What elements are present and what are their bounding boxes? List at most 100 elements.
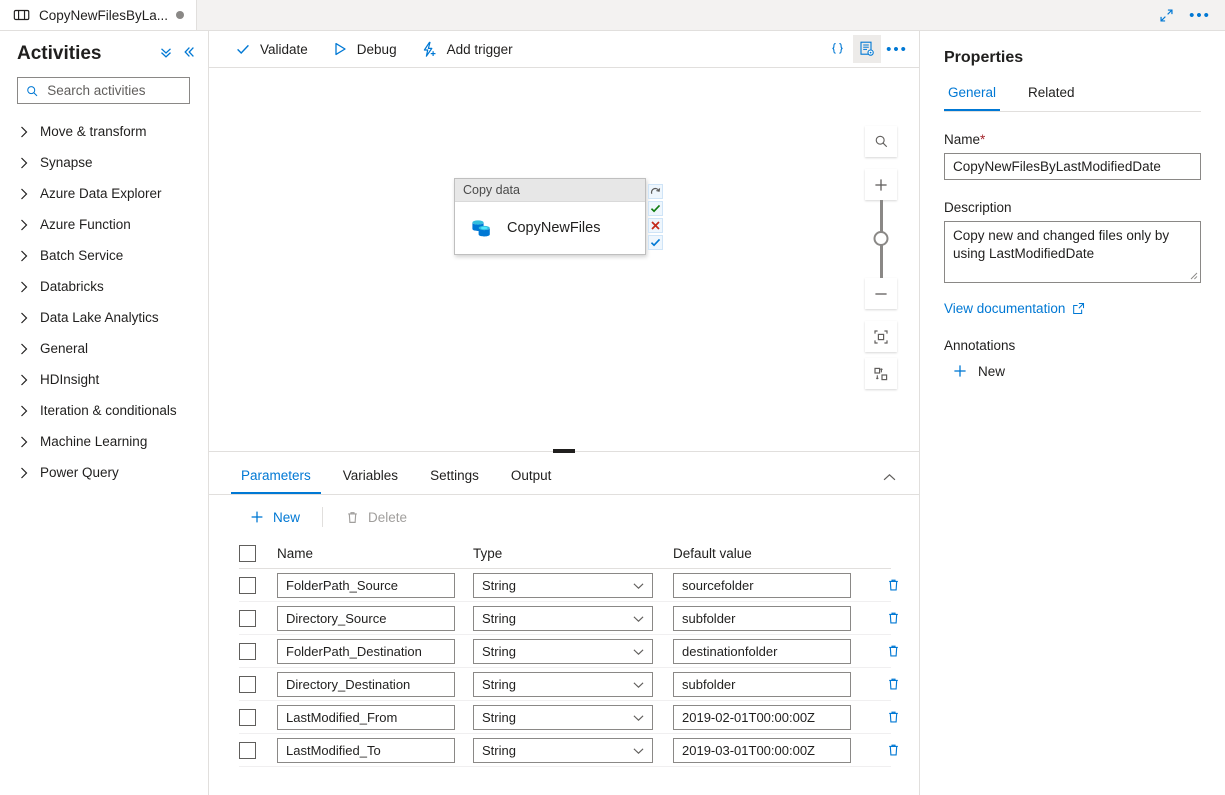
validate-label: Validate [260,41,308,57]
delete-row-icon[interactable] [886,610,901,626]
zoom-slider-handle[interactable] [873,231,889,246]
chevron-right-icon [21,126,28,137]
new-parameter-button[interactable]: New [239,502,310,532]
double-chevron-down-icon[interactable] [159,45,173,64]
ellipsis-icon[interactable]: ••• [1185,2,1215,28]
column-header-type: Type [473,546,503,561]
row-checkbox[interactable] [239,741,256,759]
delete-row-icon[interactable] [886,709,901,725]
description-value: Copy new and changed files only by using… [953,228,1170,261]
auto-arrange-icon[interactable] [865,358,897,389]
zoom-slider[interactable] [865,200,897,278]
plus-icon [954,365,966,377]
debug-button[interactable]: Debug [320,34,409,64]
sidebar-item-hdinsight[interactable]: HDInsight [0,364,208,395]
chevron-right-icon [21,219,28,230]
tab-variables[interactable]: Variables [333,468,408,494]
parameter-type-select[interactable]: String [473,638,653,664]
node-header: Copy data [455,179,645,202]
new-annotation-button[interactable]: New [944,363,1201,379]
sidebar-item-power-query[interactable]: Power Query [0,457,208,488]
parameter-name-input[interactable]: FolderPath_Destination [277,638,455,664]
zoom-search-icon[interactable] [865,126,897,157]
row-checkbox[interactable] [239,642,256,660]
type-value: String [482,709,516,725]
activities-title: Activities [17,43,102,64]
table-row: LastModified_From String 2019-02-01T00:0… [239,701,898,734]
retry-icon[interactable] [648,184,663,199]
pipeline-canvas[interactable]: Copy data CopyNewFiles [209,68,919,451]
properties-panel-button[interactable] [853,35,881,63]
row-checkbox[interactable] [239,675,256,693]
activity-node-copy-data[interactable]: Copy data CopyNewFiles [454,178,663,255]
tab-parameters[interactable]: Parameters [231,468,321,494]
expand-diagonal-icon[interactable] [1151,2,1181,28]
pipeline-tab[interactable]: CopyNewFilesByLa... [0,0,198,30]
row-checkbox[interactable] [239,708,256,726]
sidebar-item-synapse[interactable]: Synapse [0,147,208,178]
parameter-name-input[interactable]: Directory_Source [277,605,455,631]
header-actions: ••• [1151,0,1225,30]
parameter-type-select[interactable]: String [473,572,653,598]
view-documentation-link[interactable]: View documentation [944,301,1201,316]
tab-settings[interactable]: Settings [420,468,489,494]
parameter-name-input[interactable]: Directory_Destination [277,671,455,697]
sidebar-item-azure-data-explorer[interactable]: Azure Data Explorer [0,178,208,209]
parameter-type-select[interactable]: String [473,671,653,697]
sidebar-item-data-lake-analytics[interactable]: Data Lake Analytics [0,302,208,333]
parameter-default-input[interactable]: 2019-03-01T00:00:00Z [673,737,851,763]
name-input[interactable]: CopyNewFilesByLastModifiedDate [944,153,1201,180]
table-row: LastModified_To String 2019-03-01T00:00:… [239,734,898,767]
parameter-default-input[interactable]: subfolder [673,671,851,697]
parameter-type-select[interactable]: String [473,737,653,763]
delete-parameter-button[interactable]: Delete [335,502,417,532]
zoom-out-icon[interactable] [865,278,897,309]
tab-general[interactable]: General [944,85,1001,111]
parameter-default-input[interactable]: subfolder [673,605,851,631]
row-checkbox[interactable] [239,576,256,594]
toolbar-more-button[interactable]: ••• [883,35,911,63]
tab-output[interactable]: Output [501,468,562,494]
fit-to-screen-icon[interactable] [865,321,897,352]
sidebar-item-machine-learning[interactable]: Machine Learning [0,426,208,457]
parameter-type-select[interactable]: String [473,704,653,730]
parameter-default-input[interactable]: 2019-02-01T00:00:00Z [673,704,851,730]
delete-row-icon[interactable] [886,643,901,659]
command-separator [322,507,324,527]
new-annotation-label: New [978,363,1006,379]
sidebar-item-general[interactable]: General [0,333,208,364]
sidebar-item-label: Azure Data Explorer [40,186,162,201]
parameter-default-input[interactable]: destinationfolder [673,638,851,664]
add-trigger-button[interactable]: Add trigger [409,34,525,64]
delete-row-icon[interactable] [886,742,901,758]
resize-grip-icon[interactable] [1188,270,1198,280]
search-activities-wrap [0,71,208,108]
sidebar-item-azure-function[interactable]: Azure Function [0,209,208,240]
search-box[interactable] [17,77,190,104]
code-view-button[interactable] [823,35,851,63]
description-textarea[interactable]: Copy new and changed files only by using… [944,221,1201,283]
parameter-default-input[interactable]: sourcefolder [673,572,851,598]
parameter-name-input[interactable]: FolderPath_Source [277,572,455,598]
select-all-checkbox[interactable] [239,545,256,562]
tab-related[interactable]: Related [1024,85,1079,111]
delete-row-icon[interactable] [886,577,901,593]
parameter-name-input[interactable]: LastModified_From [277,704,455,730]
success-check-icon[interactable] [648,201,663,216]
sidebar-item-move-transform[interactable]: Move & transform [0,116,208,147]
double-chevron-left-icon[interactable] [182,45,196,64]
parameter-name-input[interactable]: LastModified_To [277,737,455,763]
search-input[interactable] [45,82,181,99]
chevron-up-icon[interactable] [882,470,897,488]
failure-x-icon[interactable] [648,218,663,233]
parameter-type-select[interactable]: String [473,605,653,631]
validate-button[interactable]: Validate [223,34,320,64]
completion-check-icon[interactable] [648,235,663,250]
row-checkbox[interactable] [239,609,256,627]
sidebar-item-iteration-conditionals[interactable]: Iteration & conditionals [0,395,208,426]
tab-label: Settings [430,468,479,483]
sidebar-item-batch-service[interactable]: Batch Service [0,240,208,271]
delete-row-icon[interactable] [886,676,901,692]
sidebar-item-databricks[interactable]: Databricks [0,271,208,302]
zoom-in-icon[interactable] [865,169,897,200]
